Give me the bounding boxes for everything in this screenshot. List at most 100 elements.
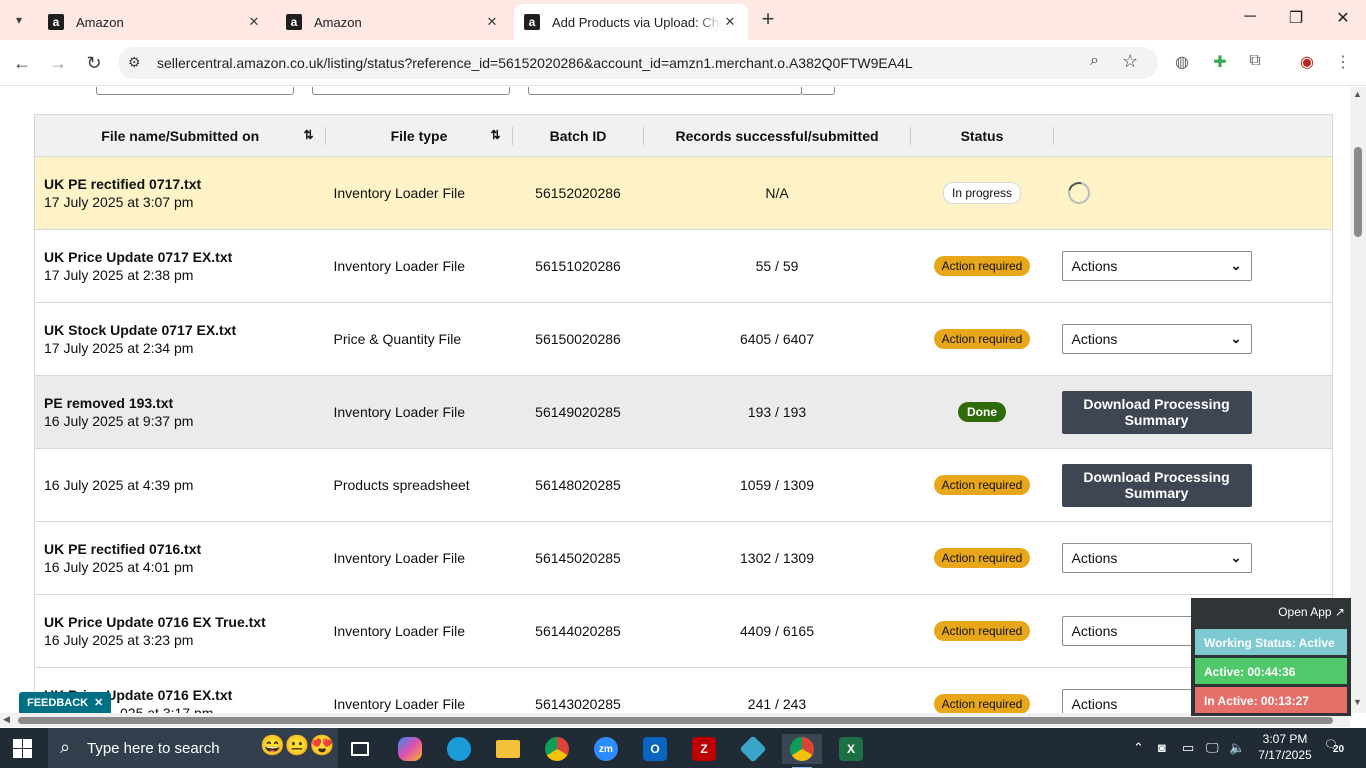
filter-input-2[interactable] xyxy=(312,87,510,95)
zoom-icon[interactable]: ⌕ xyxy=(1090,52,1099,70)
column-header-records: Records successful/submitted xyxy=(643,114,911,157)
browser-tab-2[interactable]: a Amazon ✕ xyxy=(276,4,510,40)
back-icon[interactable]: ← xyxy=(10,51,34,75)
scroll-down-icon[interactable]: ▼ xyxy=(1353,697,1362,707)
dropdown-label: Actions xyxy=(1071,550,1118,566)
browser-tab-active[interactable]: a Add Products via Upload: Check ✕ xyxy=(514,4,748,40)
address-bar[interactable]: ⚙ sellercentral.amazon.co.uk/listing/sta… xyxy=(118,47,1158,79)
status-badge: Action required xyxy=(933,256,1031,276)
restore-icon[interactable]: ❐ xyxy=(1273,8,1319,32)
taskbar-search[interactable]: ⌕ Type here to search 😄😐😍 xyxy=(48,728,338,768)
forward-icon[interactable]: → xyxy=(46,51,70,75)
header-label: Records successful/submitted xyxy=(675,127,879,144)
actions-dropdown[interactable]: Actions ⌄ xyxy=(1061,324,1252,354)
browser-tab-strip: ▾ a Amazon ✕ a Amazon ✕ a Add Products v… xyxy=(0,0,1366,40)
horizontal-scrollbar[interactable]: ◀ xyxy=(0,713,1350,727)
filter-button[interactable] xyxy=(801,87,835,95)
battery-icon[interactable]: ▭ xyxy=(1182,740,1194,756)
scroll-up-icon[interactable]: ▲ xyxy=(1353,89,1362,99)
translate-icon[interactable]: ◍ xyxy=(1171,52,1193,74)
batch-id: 56143020285 xyxy=(512,667,644,713)
batch-id: 56150020286 xyxy=(512,302,644,376)
file-type: Inventory Loader File xyxy=(325,594,513,668)
system-clock[interactable]: 3:07 PM 7/17/2025 xyxy=(1256,731,1314,763)
bookmark-star-icon[interactable]: ☆ xyxy=(1122,51,1138,72)
filezilla-icon[interactable]: Z xyxy=(684,734,724,764)
status-badge: Action required xyxy=(933,694,1031,713)
menu-kebab-icon[interactable]: ⋮ xyxy=(1332,52,1354,74)
submitted-date: 16 July 2025 at 9:37 pm xyxy=(44,413,194,429)
app-diamond-icon[interactable] xyxy=(733,734,773,764)
sort-icon[interactable]: ⇅ xyxy=(490,128,500,142)
column-header-actions xyxy=(1053,114,1333,157)
close-tab-icon[interactable]: ✕ xyxy=(722,14,738,30)
download-processing-summary-button[interactable]: Download Processing Summary xyxy=(1061,463,1252,507)
chrome-active-icon[interactable] xyxy=(782,734,822,768)
scrollbar-thumb[interactable] xyxy=(1354,147,1362,237)
sort-icon[interactable]: ⇅ xyxy=(303,128,313,142)
upload-status-table: File name/Submitted on ⇅ File type ⇅ Batch… xyxy=(34,114,1333,713)
column-header-file[interactable]: File name/Submitted on ⇅ xyxy=(34,114,326,157)
zoom-app-icon[interactable]: zm xyxy=(586,734,626,764)
tab-title: Amazon xyxy=(76,14,124,30)
network-icon[interactable]: 🖵 xyxy=(1206,740,1219,756)
actions-dropdown[interactable]: Actions ⌄ xyxy=(1061,251,1252,281)
batch-id: 56151020286 xyxy=(512,229,644,303)
status-badge: Action required xyxy=(933,475,1031,495)
actions-dropdown[interactable]: Actions ⌄ xyxy=(1061,543,1252,573)
notifications-icon[interactable]: 🗨 20 xyxy=(1324,738,1344,758)
reload-icon[interactable]: ↻ xyxy=(82,51,106,75)
table-row: PE removed 193.txt 16 July 2025 at 9:37 p… xyxy=(34,375,1333,449)
file-name: UK Price Update 0716 EX True.txt xyxy=(44,614,266,630)
records-count: 1059 / 1309 xyxy=(643,448,911,522)
open-app-link[interactable]: Open App ↗ xyxy=(1278,605,1345,619)
status-badge: Action required xyxy=(933,548,1031,568)
scroll-left-icon[interactable]: ◀ xyxy=(3,714,10,725)
minimize-icon[interactable]: ─ xyxy=(1227,8,1273,32)
vertical-scrollbar[interactable]: ▲ ▼ xyxy=(1350,87,1366,713)
file-explorer-icon[interactable] xyxy=(488,734,528,764)
browser-tab-1[interactable]: a Amazon ✕ xyxy=(38,4,272,40)
tab-title: Add Products via Upload: Check xyxy=(552,14,722,30)
close-window-icon[interactable]: ✕ xyxy=(1320,8,1366,32)
tab-title: Amazon xyxy=(314,14,362,30)
filter-input-3[interactable] xyxy=(528,87,802,95)
extensions-puzzle-icon[interactable]: ⧉ xyxy=(1244,52,1266,74)
file-type: Inventory Loader File xyxy=(325,667,513,713)
extension-plus-icon[interactable]: ✚ xyxy=(1209,52,1231,74)
tab-search-icon[interactable]: ▾ xyxy=(6,8,32,32)
filter-input-1[interactable] xyxy=(96,87,294,95)
site-info-icon[interactable]: ⚙ xyxy=(128,54,141,71)
close-tab-icon[interactable]: ✕ xyxy=(246,14,262,30)
tray-chevron-up-icon[interactable]: ⌃ xyxy=(1133,740,1144,756)
task-view-icon[interactable] xyxy=(340,734,380,764)
excel-icon[interactable]: X xyxy=(831,734,871,764)
dropdown-label: Actions xyxy=(1071,331,1118,347)
download-processing-summary-button[interactable]: Download Processing Summary xyxy=(1061,390,1252,434)
scrollbar-thumb[interactable] xyxy=(18,717,1333,724)
edge-icon[interactable] xyxy=(439,734,479,764)
close-icon[interactable]: ✕ xyxy=(94,697,103,709)
copilot-icon[interactable] xyxy=(390,734,430,764)
clock-time: 3:07 PM xyxy=(1262,732,1308,746)
profile-avatar-icon[interactable]: ◉ xyxy=(1296,52,1318,74)
new-tab-icon[interactable]: + xyxy=(756,8,780,32)
browser-toolbar: ← → ↻ ⚙ sellercentral.amazon.co.uk/listi… xyxy=(0,40,1366,86)
amazon-favicon-icon: a xyxy=(48,14,64,30)
camera-icon[interactable]: ◙ xyxy=(1158,740,1166,755)
outlook-icon[interactable]: O xyxy=(635,734,675,764)
dropdown-label: Actions xyxy=(1071,623,1118,639)
chevron-down-icon: ⌄ xyxy=(1230,331,1242,346)
status-badge: Done xyxy=(958,402,1006,422)
submitted-date: 16 July 2025 at 4:01 pm xyxy=(44,559,194,575)
windows-start-icon[interactable] xyxy=(13,739,32,758)
records-count: 6405 / 6407 xyxy=(643,302,911,376)
feedback-button[interactable]: FEEDBACK ✕ xyxy=(19,692,112,713)
status-badge: Action required xyxy=(933,329,1031,349)
volume-icon[interactable]: 🔈 xyxy=(1229,740,1245,756)
chrome-icon[interactable] xyxy=(537,734,577,764)
column-header-type[interactable]: File type ⇅ xyxy=(325,114,513,157)
url-text[interactable]: sellercentral.amazon.co.uk/listing/statu… xyxy=(157,55,913,71)
file-name: UK Stock Update 0717 EX.txt xyxy=(44,322,237,338)
close-tab-icon[interactable]: ✕ xyxy=(484,14,500,30)
